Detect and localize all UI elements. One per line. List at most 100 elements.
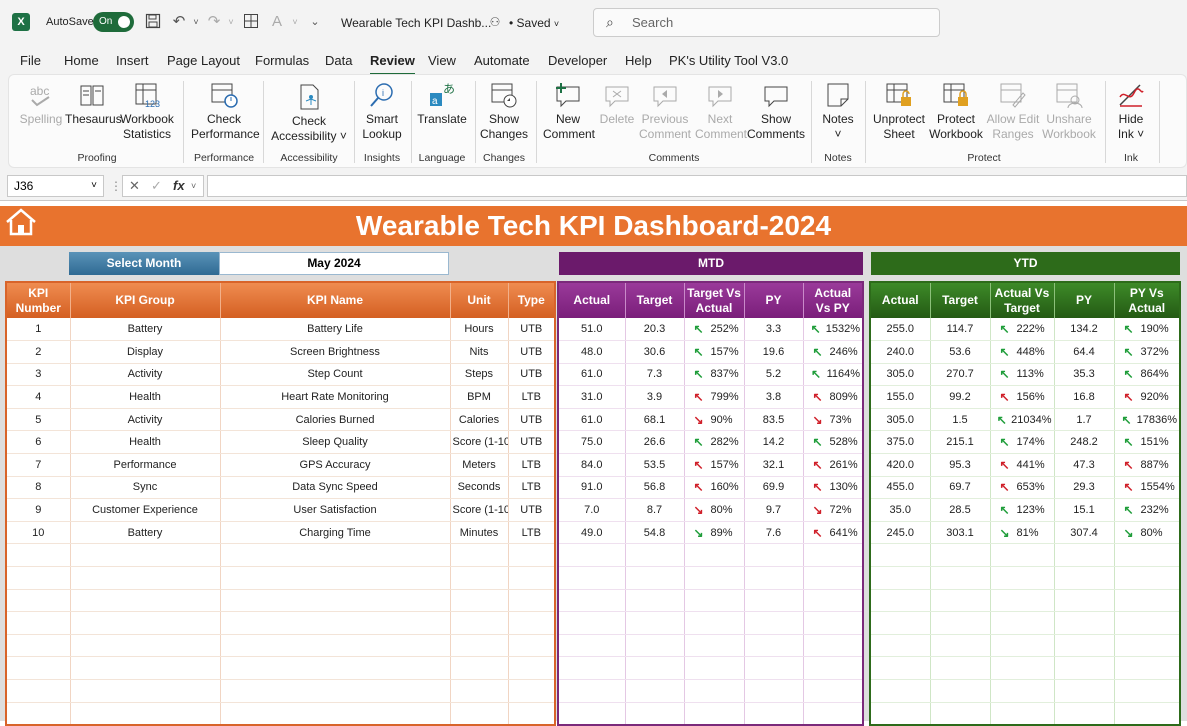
redo-icon[interactable]: ↷	[205, 13, 223, 31]
empty-cell[interactable]	[70, 656, 221, 680]
ytd-py-cell[interactable]: 29.3	[1054, 476, 1115, 500]
empty-cell[interactable]	[1114, 656, 1181, 680]
kpi-group-cell[interactable]: Customer Experience	[70, 498, 221, 522]
ytd-target-cell[interactable]: 99.2	[930, 385, 991, 409]
smart-lookup-button[interactable]: i Smart Lookup	[359, 81, 405, 142]
empty-cell[interactable]	[684, 611, 745, 635]
kpi-number-cell[interactable]: 3	[6, 363, 71, 387]
empty-cell[interactable]	[990, 611, 1055, 635]
empty-cell[interactable]	[870, 702, 931, 726]
menu-help[interactable]: Help	[625, 53, 652, 68]
empty-cell[interactable]	[803, 611, 864, 635]
empty-cell[interactable]	[1054, 543, 1115, 568]
empty-cell[interactable]	[1114, 634, 1181, 658]
ytd-actual-cell[interactable]: 35.0	[870, 498, 931, 522]
empty-cell[interactable]	[930, 566, 991, 590]
unshare-workbook-button[interactable]: Unshare Workbook	[1041, 81, 1097, 142]
ytd-py-cell[interactable]: 1.7	[1054, 408, 1115, 432]
empty-cell[interactable]	[625, 702, 685, 726]
mtd-py-cell[interactable]: 5.2	[744, 363, 804, 387]
notes-button[interactable]: Notes ˅	[817, 81, 859, 142]
empty-cell[interactable]	[220, 611, 451, 635]
empty-cell[interactable]	[450, 634, 509, 658]
delete-comment-button[interactable]: Delete	[597, 81, 637, 127]
save-icon[interactable]	[144, 13, 162, 31]
ytd-target-cell[interactable]: 69.7	[930, 476, 991, 500]
empty-cell[interactable]	[1114, 679, 1181, 703]
font-color-icon[interactable]: A	[268, 13, 286, 31]
mtd-target-cell[interactable]: 7.3	[625, 363, 685, 387]
empty-cell[interactable]	[803, 566, 864, 590]
empty-cell[interactable]	[508, 566, 556, 590]
ytd-actual-vs-target-cell[interactable]: ↖ 21034%	[990, 408, 1055, 432]
kpi-group-cell[interactable]: Battery	[70, 318, 221, 342]
type-cell[interactable]: LTB	[508, 385, 556, 409]
type-cell[interactable]: UTB	[508, 318, 556, 342]
ytd-actual-vs-target-cell[interactable]: ↖ 113%	[990, 363, 1055, 387]
empty-cell[interactable]	[625, 566, 685, 590]
empty-cell[interactable]	[508, 543, 556, 568]
empty-cell[interactable]	[6, 634, 71, 658]
menu-developer[interactable]: Developer	[548, 53, 607, 68]
ytd-actual-vs-target-cell[interactable]: ↘ 81%	[990, 521, 1055, 545]
empty-cell[interactable]	[450, 656, 509, 680]
mtd-actual-vs-py-cell[interactable]: ↘ 73%	[803, 408, 864, 432]
empty-cell[interactable]	[870, 634, 931, 658]
empty-cell[interactable]	[1054, 589, 1115, 613]
empty-cell[interactable]	[1054, 634, 1115, 658]
kpi-name-cell[interactable]: GPS Accuracy	[220, 453, 451, 477]
empty-cell[interactable]	[684, 656, 745, 680]
unit-cell[interactable]: Score (1-10)	[450, 430, 509, 455]
allow-edit-ranges-button[interactable]: Allow Edit Ranges	[985, 81, 1041, 142]
ytd-py-cell[interactable]: 64.4	[1054, 340, 1115, 364]
ytd-actual-cell[interactable]: 420.0	[870, 453, 931, 477]
empty-cell[interactable]	[1054, 656, 1115, 680]
mtd-actual-vs-py-cell[interactable]: ↖ 809%	[803, 385, 864, 409]
kpi-number-cell[interactable]: 10	[6, 521, 71, 545]
kpi-name-cell[interactable]: Heart Rate Monitoring	[220, 385, 451, 409]
mtd-actual-vs-py-cell[interactable]: ↖ 1164%	[803, 363, 864, 387]
empty-cell[interactable]	[625, 679, 685, 703]
ytd-target-cell[interactable]: 303.1	[930, 521, 991, 545]
ytd-actual-vs-target-cell[interactable]: ↖ 448%	[990, 340, 1055, 364]
mtd-target-vs-actual-cell[interactable]: ↖ 837%	[684, 363, 745, 387]
kpi-name-cell[interactable]: Charging Time	[220, 521, 451, 545]
kpi-number-cell[interactable]: 9	[6, 498, 71, 522]
translate-button[interactable]: aあ Translate	[415, 81, 469, 127]
empty-cell[interactable]	[70, 702, 221, 726]
empty-cell[interactable]	[1114, 611, 1181, 635]
empty-cell[interactable]	[450, 702, 509, 726]
ytd-py-vs-actual-cell[interactable]: ↖ 151%	[1114, 430, 1181, 455]
mtd-py-cell[interactable]: 14.2	[744, 430, 804, 455]
empty-cell[interactable]	[450, 611, 509, 635]
empty-cell[interactable]	[6, 611, 71, 635]
ytd-py-vs-actual-cell[interactable]: ↖ 232%	[1114, 498, 1181, 522]
mtd-target-cell[interactable]: 20.3	[625, 318, 685, 342]
empty-cell[interactable]	[990, 702, 1055, 726]
empty-cell[interactable]	[744, 679, 804, 703]
empty-cell[interactable]	[870, 589, 931, 613]
unit-cell[interactable]: Hours	[450, 318, 509, 342]
empty-cell[interactable]	[684, 702, 745, 726]
empty-cell[interactable]	[990, 656, 1055, 680]
ytd-actual-cell[interactable]: 255.0	[870, 318, 931, 342]
next-comment-button[interactable]: Next Comment	[695, 81, 747, 142]
menu-page-layout[interactable]: Page Layout	[167, 53, 240, 68]
kpi-name-cell[interactable]: Sleep Quality	[220, 430, 451, 455]
empty-cell[interactable]	[930, 611, 991, 635]
empty-cell[interactable]	[220, 702, 451, 726]
empty-cell[interactable]	[70, 634, 221, 658]
mtd-py-cell[interactable]: 83.5	[744, 408, 804, 432]
ytd-target-cell[interactable]: 95.3	[930, 453, 991, 477]
type-cell[interactable]: LTB	[508, 476, 556, 500]
empty-cell[interactable]	[1114, 543, 1181, 568]
empty-cell[interactable]	[744, 543, 804, 568]
ytd-py-cell[interactable]: 47.3	[1054, 453, 1115, 477]
empty-cell[interactable]	[744, 589, 804, 613]
mtd-actual-vs-py-cell[interactable]: ↖ 641%	[803, 521, 864, 545]
kpi-group-cell[interactable]: Sync	[70, 476, 221, 500]
mtd-target-cell[interactable]: 3.9	[625, 385, 685, 409]
empty-cell[interactable]	[803, 702, 864, 726]
mtd-actual-vs-py-cell[interactable]: ↖ 261%	[803, 453, 864, 477]
empty-cell[interactable]	[70, 611, 221, 635]
